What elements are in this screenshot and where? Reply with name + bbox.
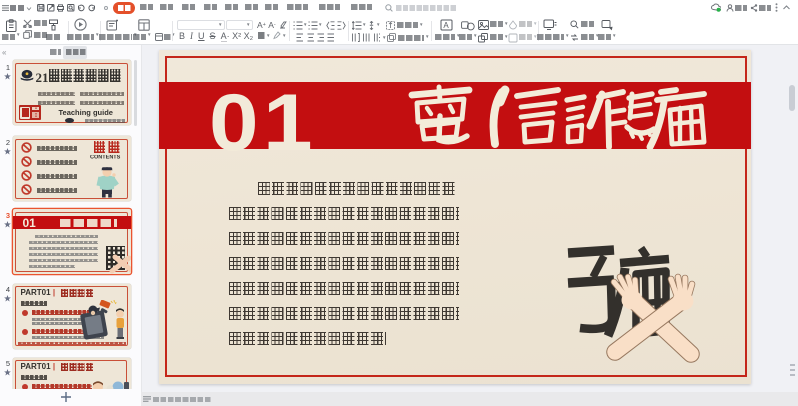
svg-text:A: A — [443, 21, 449, 30]
